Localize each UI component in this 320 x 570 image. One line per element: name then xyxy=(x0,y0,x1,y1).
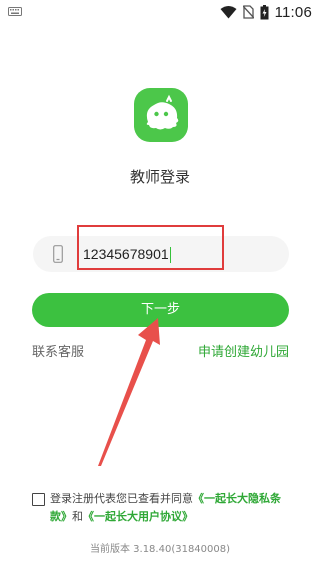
phone-input[interactable]: 12345678901 xyxy=(83,236,263,272)
phone-field[interactable]: 12345678901 xyxy=(33,236,289,272)
wifi-icon xyxy=(220,5,237,18)
agreement-text: 登录注册代表您已查看并同意《一起长大隐私条款》和《一起长大用户协议》 xyxy=(50,490,290,526)
status-bar: 11:06 xyxy=(0,0,320,24)
text-caret xyxy=(169,247,172,264)
contact-support-link[interactable]: 联系客服 xyxy=(32,341,84,360)
app-logo-icon xyxy=(134,88,188,142)
status-time: 11:06 xyxy=(274,3,312,21)
next-step-button[interactable]: 下一步 xyxy=(32,293,289,327)
phone-input-value: 12345678901 xyxy=(83,246,169,262)
keyboard-icon xyxy=(8,7,22,16)
apply-create-kindergarten-link[interactable]: 申请创建幼儿园 xyxy=(198,341,289,360)
annotation-arrow xyxy=(98,318,160,466)
agreement-prefix: 登录注册代表您已查看并同意 xyxy=(50,492,193,505)
agreement-and: 和 xyxy=(72,510,83,523)
app-version: 当前版本 3.18.40(31840008) xyxy=(89,544,231,555)
battery-icon xyxy=(260,4,269,19)
phone-icon xyxy=(53,245,63,263)
no-sim-icon xyxy=(242,5,254,19)
agreement-checkbox[interactable] xyxy=(32,493,45,506)
page-title: 教师登录 xyxy=(129,168,190,186)
user-agreement-link[interactable]: 《一起长大用户协议》 xyxy=(83,510,193,523)
